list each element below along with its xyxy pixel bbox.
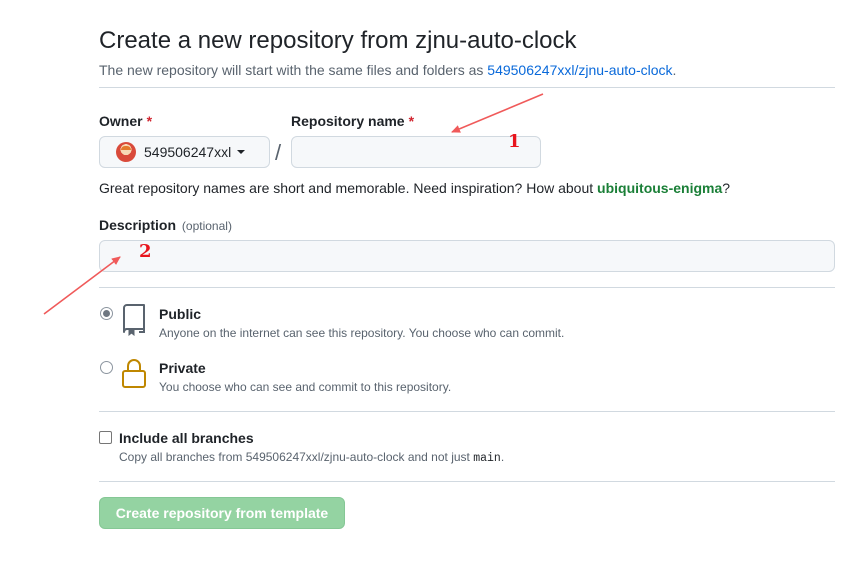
owner-select[interactable]: 549506247xxl <box>99 136 270 168</box>
description-label: Description (optional) <box>99 217 232 233</box>
name-suggestion[interactable]: ubiquitous-enigma <box>597 180 722 196</box>
name-hint: Great repository names are short and mem… <box>99 180 730 196</box>
avatar <box>116 142 136 162</box>
page-subtitle: The new repository will start with the s… <box>99 62 676 78</box>
visibility-private-title: Private <box>159 360 206 376</box>
include-desc-text: Copy all branches from 549506247xxl/zjnu… <box>119 450 474 464</box>
hint-suffix: ? <box>722 180 731 196</box>
divider <box>99 411 835 412</box>
description-label-text: Description <box>99 217 177 233</box>
visibility-private-radio[interactable] <box>100 361 113 374</box>
page-title: Create a new repository from zjnu-auto-c… <box>99 27 577 54</box>
lock-icon <box>122 359 146 388</box>
default-branch-code: main <box>473 452 501 465</box>
include-all-branches-checkbox[interactable] <box>99 431 112 444</box>
required-mark: * <box>408 113 415 129</box>
hint-text: Great repository names are short and mem… <box>99 180 598 196</box>
annotation-marker-2: 2 <box>139 241 152 262</box>
owner-label: Owner * <box>99 113 152 129</box>
divider <box>99 481 835 482</box>
repo-name-label: Repository name * <box>291 113 414 129</box>
visibility-public-radio[interactable] <box>100 307 113 320</box>
repo-name-label-text: Repository name <box>291 113 405 129</box>
visibility-private-desc: You choose who can see and commit to thi… <box>159 380 452 394</box>
divider <box>99 87 835 88</box>
annotation-overlay <box>43 93 544 315</box>
repo-icon <box>123 304 145 336</box>
include-desc-suffix: . <box>500 450 505 464</box>
visibility-public-title: Public <box>159 306 202 322</box>
owner-name: 549506247xxl <box>144 144 232 160</box>
subtitle-text: The new repository will start with the s… <box>99 62 488 78</box>
create-repository-button[interactable]: Create repository from template <box>99 497 345 529</box>
repository-name-input[interactable] <box>291 136 541 168</box>
subtitle-suffix: . <box>672 62 677 78</box>
owner-label-text: Owner <box>99 113 143 129</box>
divider <box>99 287 835 288</box>
annotation-arrow-1 <box>451 93 544 133</box>
include-all-branches-desc: Copy all branches from 549506247xxl/zjnu… <box>119 450 504 465</box>
required-mark: * <box>146 113 153 129</box>
template-repo-link[interactable]: 549506247xxl/zjnu-auto-clock <box>487 62 672 78</box>
owner-repo-separator: / <box>275 140 282 165</box>
visibility-public-desc: Anyone on the internet can see this repo… <box>159 326 565 340</box>
include-all-branches-label: Include all branches <box>119 430 254 446</box>
annotation-marker-1: 1 <box>508 131 521 152</box>
description-input[interactable] <box>99 240 835 272</box>
optional-tag: (optional) <box>181 219 232 233</box>
chevron-down-icon <box>237 150 246 154</box>
